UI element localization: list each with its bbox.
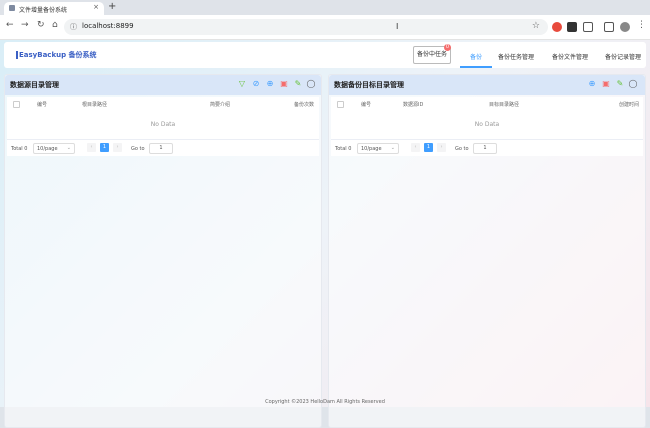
tab-favicon-icon: [9, 5, 15, 11]
page-size-value: 10/page: [37, 146, 58, 152]
search-icon[interactable]: ◯: [628, 79, 638, 89]
trash-icon[interactable]: ▣: [279, 79, 289, 89]
site-info-icon[interactable]: ⓘ: [70, 22, 77, 32]
menu-item-backup-tasks[interactable]: 备份任务管理: [498, 52, 534, 61]
address-bar[interactable]: ⓘ localhost:8899 I ☆: [64, 19, 548, 35]
chevron-down-icon: ⌄: [390, 145, 395, 151]
select-all-checkbox[interactable]: [337, 101, 344, 108]
search-icon[interactable]: ◯: [306, 79, 316, 89]
menu-item-backup-records[interactable]: 备份记录管理: [605, 52, 641, 61]
page-size-value: 10/page: [361, 146, 382, 152]
column-header[interactable]: 编号: [37, 101, 47, 108]
app-header: EasyBackup 备份系统 备份中任务 0 备份 备份任务管理 备份文件管理…: [4, 42, 646, 68]
edit-icon[interactable]: ⊘: [251, 79, 261, 89]
target-directory-panel: 数据备份目标目录管理 ⊕ ▣ ✎ ◯ 编号 数据源ID 目标目录路径 创建时间 …: [328, 74, 646, 428]
forward-icon[interactable]: →: [21, 20, 29, 30]
logo-text: EasyBackup 备份系统: [19, 51, 97, 59]
page-number-button[interactable]: 1: [100, 143, 109, 152]
app-logo[interactable]: EasyBackup 备份系统: [16, 50, 97, 60]
home-icon[interactable]: ⌂: [52, 20, 58, 30]
task-count-badge: 0: [444, 44, 451, 51]
column-header[interactable]: 根目录路径: [82, 101, 107, 108]
panel-title: 数据备份目标目录管理: [334, 81, 404, 89]
column-header[interactable]: 创建时间: [619, 101, 639, 108]
url-text[interactable]: localhost:8899: [82, 22, 134, 30]
column-header[interactable]: 数据源ID: [403, 101, 423, 108]
column-header[interactable]: 目标目录路径: [489, 101, 519, 108]
pagination: Total 0 10/page ⌄ ‹ 1 › Go to 1: [331, 140, 643, 156]
bookmark-star-icon[interactable]: ☆: [532, 21, 540, 31]
page-size-select[interactable]: 10/page ⌄: [357, 143, 399, 154]
app-root: EasyBackup 备份系统 备份中任务 0 备份 备份任务管理 备份文件管理…: [0, 40, 650, 428]
column-header[interactable]: 备份次数: [294, 101, 314, 108]
extensions-puzzle-icon[interactable]: [583, 22, 593, 32]
goto-label: Go to: [455, 146, 469, 152]
browser-tab[interactable]: 文件增量备份系统 ×: [4, 2, 104, 15]
extension-dark-icon[interactable]: [567, 22, 577, 32]
pagination-total: Total 0: [335, 146, 352, 152]
source-directory-panel: 数据源目录管理 ▽ ⊘ ⊕ ▣ ✎ ◯ 编号 根目录路径 简要介绍 备份次数 N…: [4, 74, 322, 428]
footer-copyright: Copyright ©2023 HelloDam All Rights Rese…: [265, 399, 385, 405]
tab-title: 文件增量备份系统: [19, 7, 68, 14]
empty-state: No Data: [7, 111, 319, 140]
menu-item-backup-files[interactable]: 备份文件管理: [552, 52, 588, 61]
menu-item-backup[interactable]: 备份: [470, 52, 482, 61]
edit-square-icon[interactable]: ✎: [615, 79, 625, 89]
pagination: Total 0 10/page ⌄ ‹ 1 › Go to 1: [7, 140, 319, 156]
select-all-checkbox[interactable]: [13, 101, 20, 108]
text-cursor-icon: I: [396, 22, 399, 31]
filter-icon[interactable]: ▽: [237, 79, 247, 89]
plus-circle-icon[interactable]: ⊕: [587, 79, 597, 89]
prev-page-button[interactable]: ‹: [87, 143, 96, 152]
next-page-button[interactable]: ›: [437, 143, 446, 152]
profile-avatar[interactable]: [620, 22, 630, 32]
active-menu-indicator: [460, 66, 492, 68]
prev-page-button[interactable]: ‹: [411, 143, 420, 152]
extension-adblock-icon[interactable]: [552, 22, 562, 32]
next-page-button[interactable]: ›: [113, 143, 122, 152]
pagination-total: Total 0: [11, 146, 28, 152]
plus-circle-icon[interactable]: ⊕: [265, 79, 275, 89]
page-size-select[interactable]: 10/page ⌄: [33, 143, 75, 154]
new-tab-button[interactable]: +: [108, 1, 116, 12]
panel-header: 数据备份目标目录管理 ⊕ ▣ ✎ ◯: [329, 75, 645, 95]
panel-header: 数据源目录管理 ▽ ⊘ ⊕ ▣ ✎ ◯: [5, 75, 321, 95]
column-header[interactable]: 简要介绍: [210, 101, 230, 108]
panel-title: 数据源目录管理: [10, 81, 59, 89]
logo-bar-icon: [16, 51, 18, 59]
browser-tabstrip: 文件增量备份系统 × +: [0, 0, 650, 15]
browser-toolbar: ← → ↻ ⌂ ⓘ localhost:8899 I ☆ ⋮: [0, 15, 650, 40]
empty-state: No Data: [331, 111, 643, 140]
goto-page-input[interactable]: 1: [149, 143, 173, 154]
chevron-down-icon: ⌄: [66, 145, 71, 151]
column-header[interactable]: 编号: [361, 101, 371, 108]
tab-close-icon[interactable]: ×: [93, 3, 99, 11]
table-header: 编号 数据源ID 目标目录路径 创建时间: [331, 97, 643, 112]
goto-page-input[interactable]: 1: [473, 143, 497, 154]
table-header: 编号 根目录路径 简要介绍 备份次数: [7, 97, 319, 112]
back-icon[interactable]: ←: [6, 20, 14, 30]
edit-square-icon[interactable]: ✎: [293, 79, 303, 89]
page-number-button[interactable]: 1: [424, 143, 433, 152]
reload-icon[interactable]: ↻: [37, 20, 45, 30]
browser-menu-icon[interactable]: ⋮: [637, 20, 646, 30]
trash-icon[interactable]: ▣: [601, 79, 611, 89]
goto-label: Go to: [131, 146, 145, 152]
side-panel-icon[interactable]: [604, 22, 614, 32]
